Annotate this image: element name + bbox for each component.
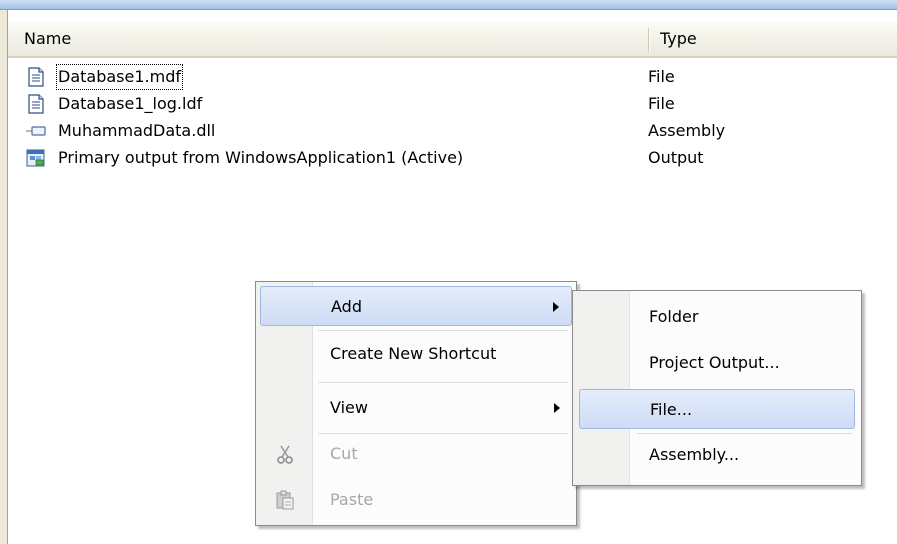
file-name: Database1_log.ldf xyxy=(58,94,203,113)
document-icon xyxy=(28,67,44,87)
file-name: MuhammadData.dll xyxy=(58,121,216,140)
menu-item-label: Project Output... xyxy=(649,353,780,372)
column-header-type[interactable]: Type xyxy=(660,22,697,56)
file-type: Assembly xyxy=(648,121,726,140)
menu-separator xyxy=(637,433,852,434)
pane-left-border xyxy=(0,10,8,544)
list-item[interactable]: Database1.mdf File xyxy=(26,64,886,90)
file-name: Database1.mdf xyxy=(56,64,183,90)
menu-separator xyxy=(318,330,568,331)
project-output-icon xyxy=(26,149,45,167)
menu-item-add[interactable]: Add xyxy=(260,286,572,326)
menu-item-label: Cut xyxy=(330,444,358,463)
paste-icon xyxy=(276,490,294,510)
file-name: Primary output from WindowsApplication1 … xyxy=(58,148,464,167)
menu-item-folder[interactable]: Folder xyxy=(577,297,857,337)
submenu-arrow-icon xyxy=(553,302,559,312)
submenu-arrow-icon xyxy=(554,403,560,413)
file-type: File xyxy=(648,94,675,113)
menu-separator xyxy=(318,382,568,383)
list-item[interactable]: Primary output from WindowsApplication1 … xyxy=(26,145,886,171)
column-header-name[interactable]: Name xyxy=(24,22,644,56)
menu-item-project-output[interactable]: Project Output... xyxy=(577,343,857,383)
menu-item-paste[interactable]: Paste xyxy=(260,480,572,520)
menu-item-label: Create New Shortcut xyxy=(330,344,497,363)
context-menu: Add Create New Shortcut View Cut Paste xyxy=(255,281,577,526)
menu-item-label: Add xyxy=(331,297,362,316)
menu-item-label: Paste xyxy=(330,490,374,509)
add-submenu: Folder Project Output... File... Assembl… xyxy=(572,290,862,486)
file-type: File xyxy=(648,67,675,86)
document-icon xyxy=(28,94,44,114)
menu-item-file[interactable]: File... xyxy=(579,389,855,429)
list-item[interactable]: Database1_log.ldf File xyxy=(26,91,886,117)
menu-item-label: File... xyxy=(650,400,693,419)
assembly-icon xyxy=(26,126,46,136)
window-top-border xyxy=(0,0,897,10)
menu-item-label: Assembly... xyxy=(649,445,740,464)
menu-item-label: Folder xyxy=(649,307,699,326)
file-type: Output xyxy=(648,148,704,167)
menu-item-create-new-shortcut[interactable]: Create New Shortcut xyxy=(260,334,572,374)
scissors-icon xyxy=(277,445,293,464)
list-item[interactable]: MuhammadData.dll Assembly xyxy=(26,118,886,144)
list-header: Name Type xyxy=(8,22,897,58)
menu-item-view[interactable]: View xyxy=(260,388,572,428)
menu-item-cut[interactable]: Cut xyxy=(260,434,572,474)
column-resize-handle[interactable] xyxy=(648,28,650,52)
menu-item-label: View xyxy=(330,398,368,417)
menu-item-assembly[interactable]: Assembly... xyxy=(577,435,857,475)
